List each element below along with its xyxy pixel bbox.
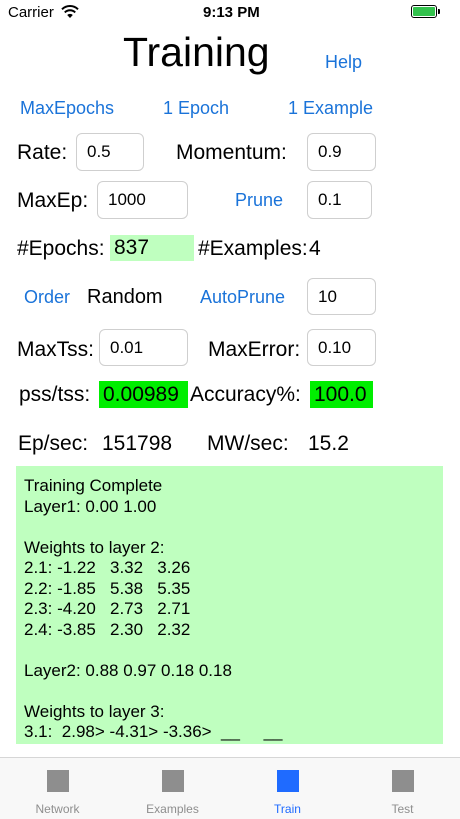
rate-field[interactable]: 0.5: [76, 133, 144, 171]
order-button[interactable]: Order: [24, 287, 70, 308]
help-button[interactable]: Help: [325, 52, 362, 73]
pss-tss-label: pss/tss:: [19, 383, 91, 406]
auto-prune-field[interactable]: 10: [307, 278, 376, 315]
auto-prune-button[interactable]: AutoPrune: [200, 287, 285, 308]
network-tab-icon: [46, 770, 69, 792]
battery-icon: [411, 5, 440, 18]
wifi-icon: [61, 5, 79, 18]
tab-train[interactable]: Train: [230, 758, 345, 819]
output-line: Layer2: 0.88 0.97 0.18 0.18: [24, 660, 232, 680]
mw-sec-value: 15.2: [308, 432, 349, 455]
output-line: Weights to layer 2:: [24, 537, 165, 557]
max-tss-field[interactable]: 0.01: [99, 329, 188, 366]
max-error-label: MaxError:: [208, 338, 301, 361]
examples-value: 4: [309, 237, 321, 260]
epochs-value: 837: [110, 235, 194, 261]
output-line: Training Complete: [24, 476, 163, 495]
tab-label: Network: [35, 802, 80, 816]
prune-button[interactable]: Prune: [235, 190, 283, 211]
pss-tss-value: 0.00989: [99, 381, 188, 408]
output-line: 2.4: -3.85 2.30 2.32: [24, 619, 191, 639]
one-epoch-button[interactable]: 1 Epoch: [163, 98, 229, 119]
output-line: Layer1: 0.00 1.00: [24, 496, 157, 516]
tab-label: Examples: [146, 802, 199, 816]
training-output[interactable]: Training Complete Layer1: 0.00 1.00 Weigh…: [16, 466, 443, 744]
tab-label: Test: [391, 802, 414, 816]
output-line: 2.3: -4.20 2.73 2.71: [24, 599, 191, 618]
accuracy-label: Accuracy%:: [190, 383, 301, 406]
tab-network[interactable]: Network: [0, 758, 115, 819]
status-bar: Carrier 9:13 PM: [0, 0, 460, 26]
tab-bar: Network Examples Train Test: [0, 757, 460, 819]
train-tab-icon: [276, 770, 299, 792]
output-line: 2.2: -1.85 5.38 5.35: [24, 578, 191, 598]
tab-examples[interactable]: Examples: [115, 758, 230, 819]
max-epochs-button[interactable]: MaxEpochs: [20, 98, 114, 119]
output-line: 3.1: 2.98> -4.31> -3.36> __ __: [24, 722, 283, 741]
output-line: 2.1: -1.22 3.32 3.26: [24, 558, 191, 577]
tab-test[interactable]: Test: [345, 758, 460, 819]
clock: 9:13 PM: [203, 4, 260, 21]
mw-sec-label: MW/sec:: [207, 432, 289, 455]
prune-field[interactable]: 0.1: [307, 181, 372, 219]
examples-tab-icon: [161, 770, 184, 792]
ep-sec-value: 151798: [102, 432, 173, 455]
test-tab-icon: [391, 770, 414, 792]
one-example-button[interactable]: 1 Example: [288, 98, 373, 119]
max-tss-label: MaxTss:: [17, 338, 95, 361]
ep-sec-label: Ep/sec:: [18, 432, 89, 455]
output-line: Weights to layer 3:: [24, 701, 165, 721]
momentum-label: Momentum:: [176, 141, 287, 164]
epochs-label: #Epochs:: [17, 237, 105, 260]
page-title: Training: [123, 29, 270, 75]
carrier-label: Carrier: [8, 4, 54, 21]
max-ep-label: MaxEp:: [17, 189, 89, 212]
momentum-field[interactable]: 0.9: [307, 133, 376, 171]
examples-label: #Examples:: [198, 237, 308, 260]
max-ep-field[interactable]: 1000: [97, 181, 188, 219]
order-value: Random: [87, 286, 163, 308]
max-error-field[interactable]: 0.10: [307, 329, 376, 366]
accuracy-value: 100.0: [310, 381, 373, 408]
tab-label: Train: [274, 802, 301, 816]
rate-label: Rate:: [17, 141, 68, 164]
